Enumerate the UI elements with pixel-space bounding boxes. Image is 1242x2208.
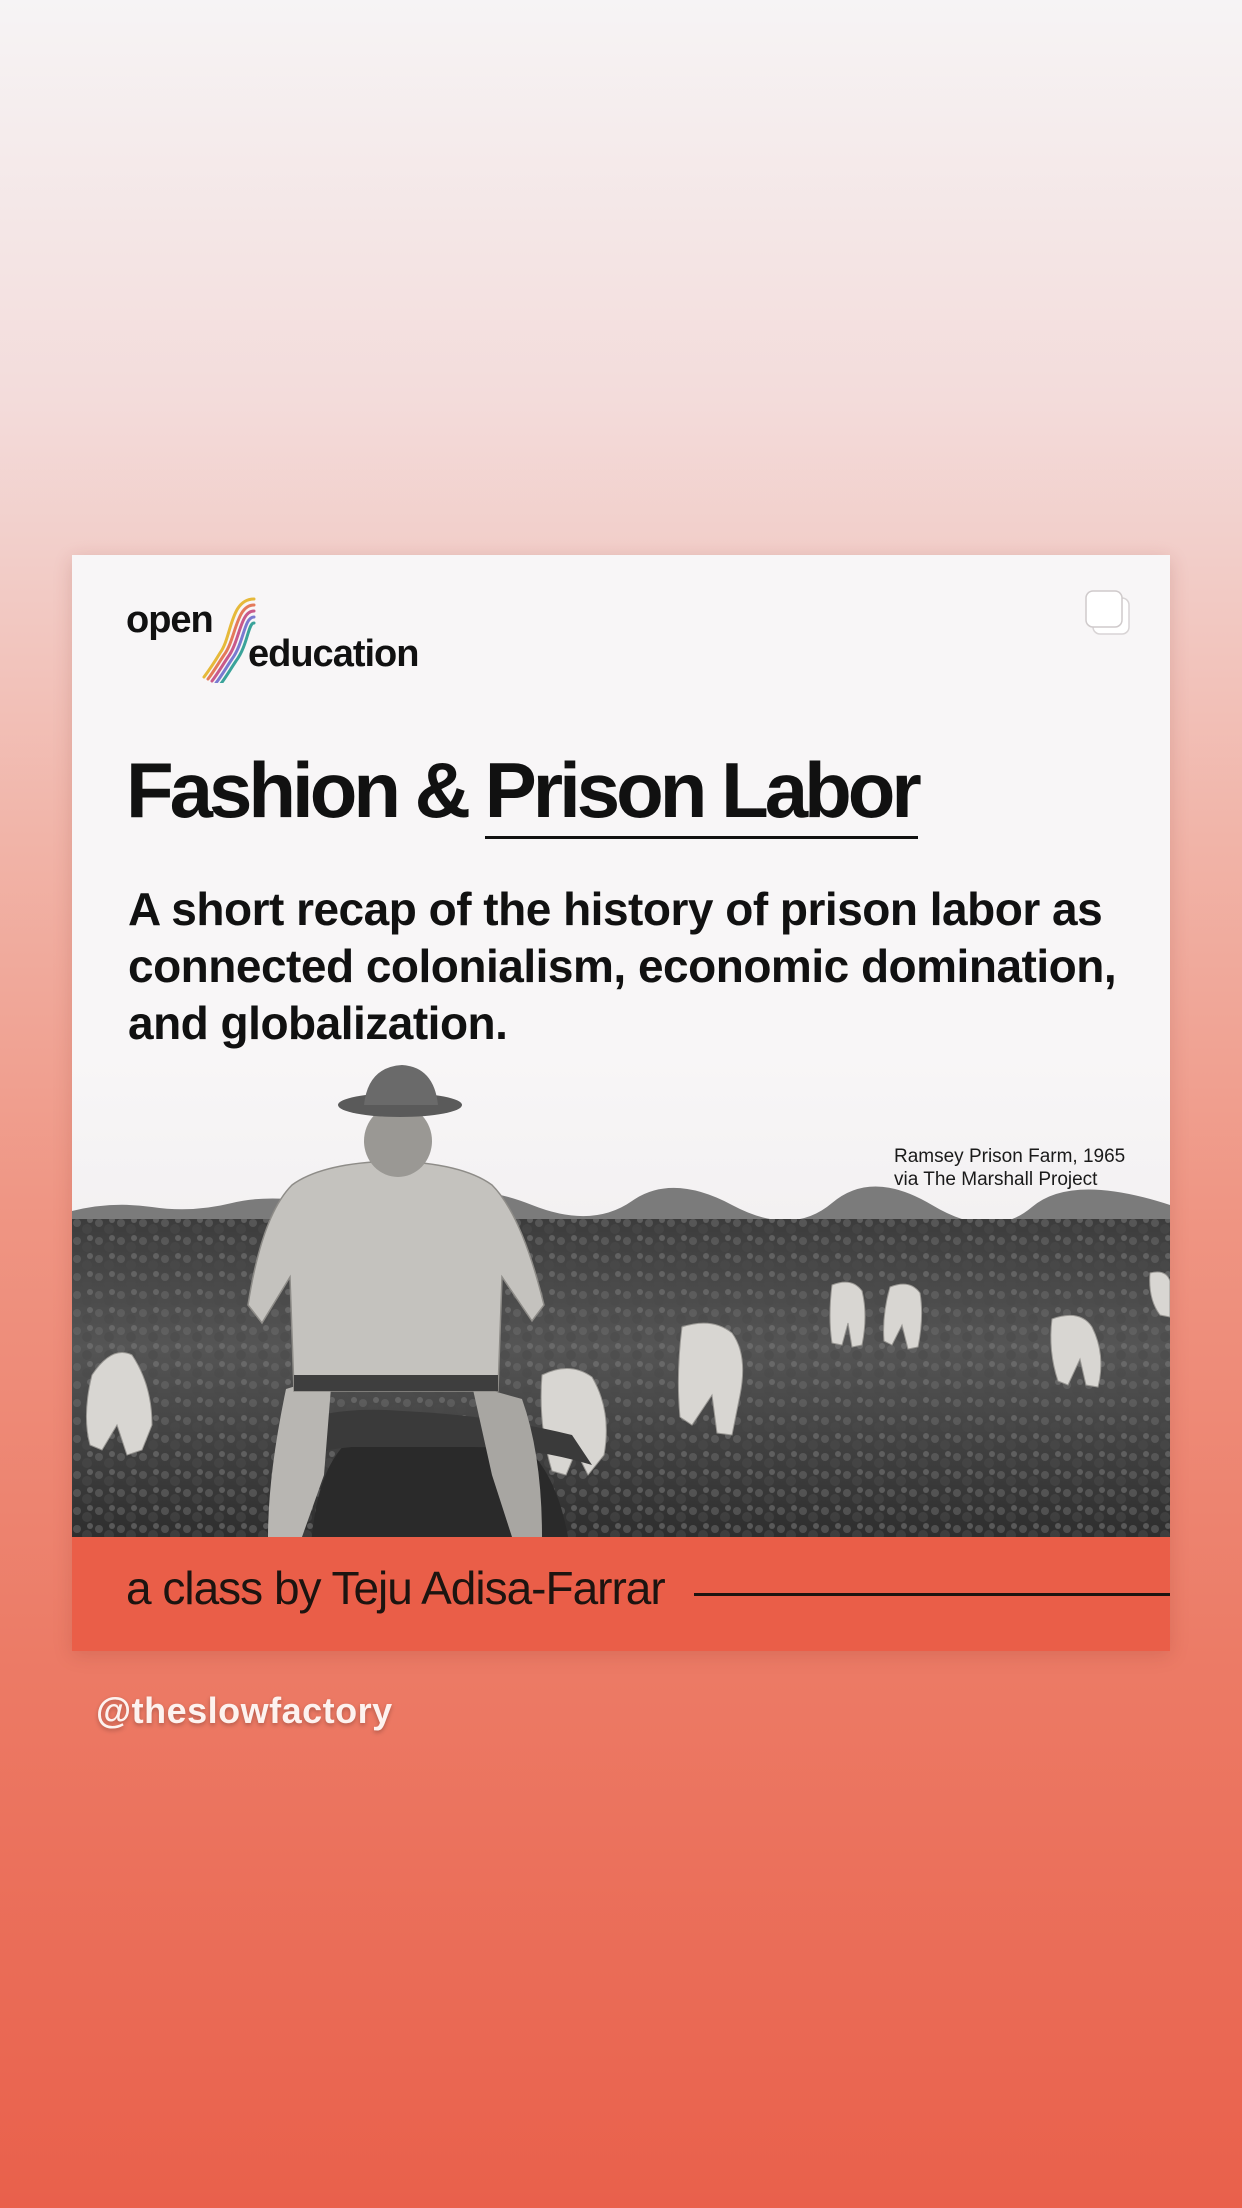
title-part-prison-labor: Prison Labor xyxy=(484,746,922,839)
account-handle-link[interactable]: @theslowfactory xyxy=(96,1690,393,1732)
title-part-fashion: Fashion & xyxy=(126,746,485,834)
copy-icon[interactable] xyxy=(1084,589,1132,637)
instructor-band: a class by Teju Adisa-Farrar xyxy=(72,1537,1170,1651)
subtitle: A short recap of the history of prison l… xyxy=(128,883,1117,1049)
prison-farm-photo xyxy=(72,1055,1170,1537)
logo-word-open: open xyxy=(126,599,214,641)
band-divider-line xyxy=(694,1593,1170,1596)
story-card[interactable]: open education Fashion & Prison Labor A … xyxy=(72,555,1170,1651)
photo-caption-line2: via The Marshall Project xyxy=(894,1169,1098,1190)
page-title: Fashion & Prison Labor xyxy=(126,745,922,839)
photo-caption-line1: Ramsey Prison Farm, 1965 xyxy=(894,1146,1126,1167)
photo-caption: Ramsey Prison Farm, 1965 via The Marshal… xyxy=(894,1145,1125,1191)
logo-word-education: education xyxy=(248,633,419,675)
open-education-logo: open education xyxy=(126,593,419,683)
instructor-credit: a class by Teju Adisa-Farrar xyxy=(126,1562,666,1614)
